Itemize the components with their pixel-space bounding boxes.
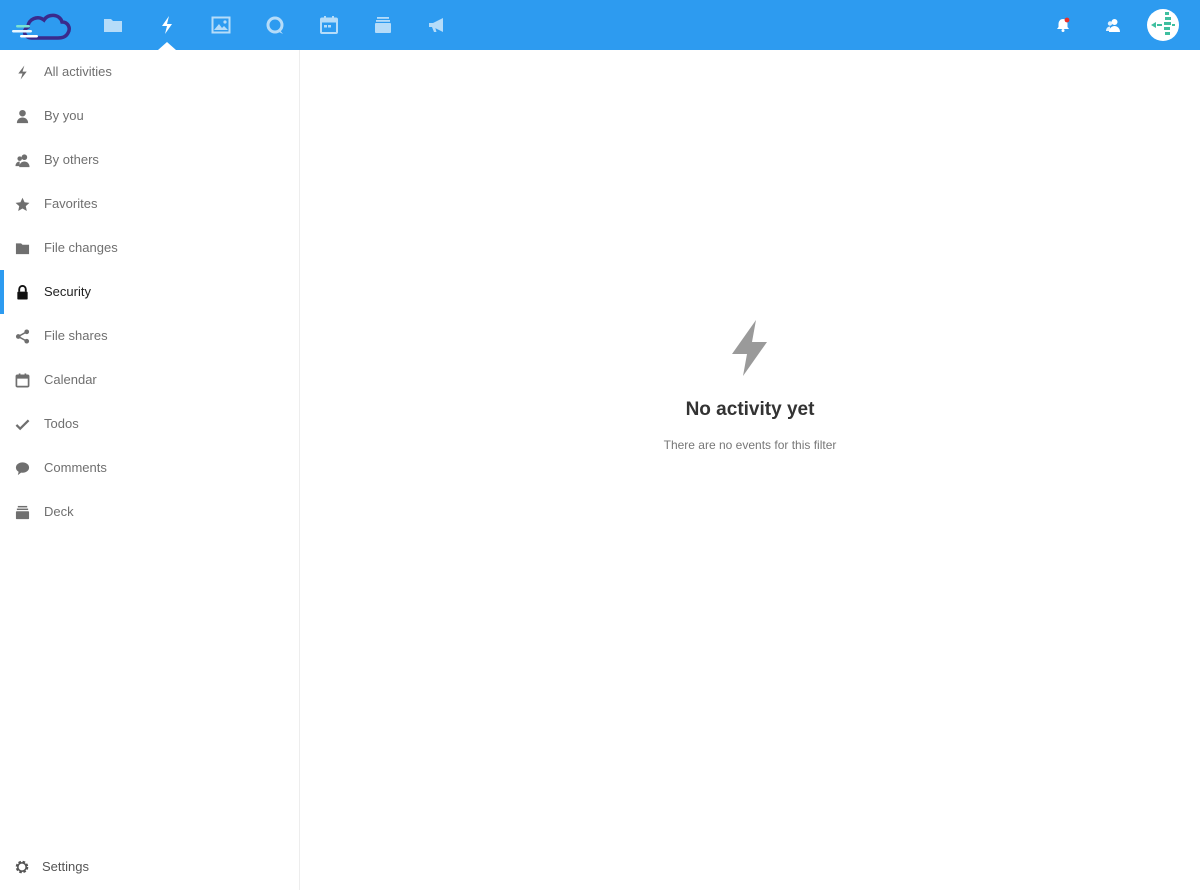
sidebar-item-calendar[interactable]: Calendar <box>0 358 299 402</box>
app-talk[interactable] <box>260 10 290 40</box>
sidebar-item-comments[interactable]: Comments <box>0 446 299 490</box>
contacts-icon <box>1106 19 1120 32</box>
sidebar-item-by-you[interactable]: By you <box>0 94 299 138</box>
nextcloud-logo[interactable] <box>10 8 72 44</box>
gear-icon <box>14 859 30 875</box>
megaphone-icon <box>429 18 443 32</box>
sidebar-item-favorites[interactable]: Favorites <box>0 182 299 226</box>
sidebar-item-label: By others <box>44 152 99 167</box>
sidebar-item-label: All activities <box>44 64 112 79</box>
sidebar-item-deck[interactable]: Deck <box>0 490 299 534</box>
avatar[interactable] <box>1147 9 1179 41</box>
notifications-button[interactable] <box>1052 14 1074 36</box>
deck-icon <box>14 504 30 520</box>
lock-icon <box>14 284 30 300</box>
sidebar-item-label: Comments <box>44 460 107 475</box>
app-calendar[interactable] <box>314 10 344 40</box>
app-photos[interactable] <box>206 10 236 40</box>
active-app-indicator <box>158 42 176 50</box>
folder-icon <box>104 19 122 32</box>
checkmark-icon <box>14 416 30 432</box>
app-files[interactable] <box>98 10 128 40</box>
lightning-icon <box>14 64 30 80</box>
sidebar-item-label: Calendar <box>44 372 97 387</box>
sidebar-item-file-shares[interactable]: File shares <box>0 314 299 358</box>
sidebar: All activities By you By others Favorite… <box>0 50 300 890</box>
sidebar-item-label: File changes <box>44 240 118 255</box>
sidebar-item-label: Security <box>44 284 91 299</box>
settings-button[interactable]: Settings <box>0 845 299 889</box>
empty-state-subtitle: There are no events for this filter <box>663 438 837 452</box>
star-icon <box>14 196 30 212</box>
app-deck[interactable] <box>368 10 398 40</box>
chat-bubble-icon <box>266 16 284 34</box>
sidebar-item-by-others[interactable]: By others <box>0 138 299 182</box>
deck-icon <box>375 17 391 33</box>
app-activity[interactable] <box>152 10 182 40</box>
share-icon <box>14 328 30 344</box>
sidebar-item-todos[interactable]: Todos <box>0 402 299 446</box>
sidebar-item-label: Favorites <box>44 196 98 211</box>
lightning-icon <box>162 16 172 34</box>
calendar-icon <box>14 372 30 388</box>
sidebar-item-all-activities[interactable]: All activities <box>0 50 299 94</box>
user-icon <box>14 108 30 124</box>
main-content: No activity yet There are no events for … <box>300 50 1200 890</box>
empty-state-title: No activity yet <box>685 399 815 420</box>
image-icon <box>211 16 231 34</box>
sidebar-item-security[interactable]: Security <box>0 270 299 314</box>
sidebar-item-label: By you <box>44 108 84 123</box>
top-header <box>0 0 1200 50</box>
settings-label: Settings <box>42 859 89 874</box>
app-announcements[interactable] <box>422 10 452 40</box>
sidebar-item-file-changes[interactable]: File changes <box>0 226 299 270</box>
contacts-menu-button[interactable] <box>1102 14 1124 36</box>
bell-icon <box>1057 17 1070 32</box>
comment-icon <box>14 460 30 476</box>
notification-dot <box>1064 17 1070 23</box>
sidebar-item-label: Deck <box>44 504 74 519</box>
lightning-icon <box>726 318 774 378</box>
calendar-icon <box>320 16 338 34</box>
users-icon <box>14 152 30 168</box>
sidebar-item-label: File shares <box>44 328 108 343</box>
folder-icon <box>14 240 30 256</box>
sidebar-item-label: Todos <box>44 416 79 431</box>
